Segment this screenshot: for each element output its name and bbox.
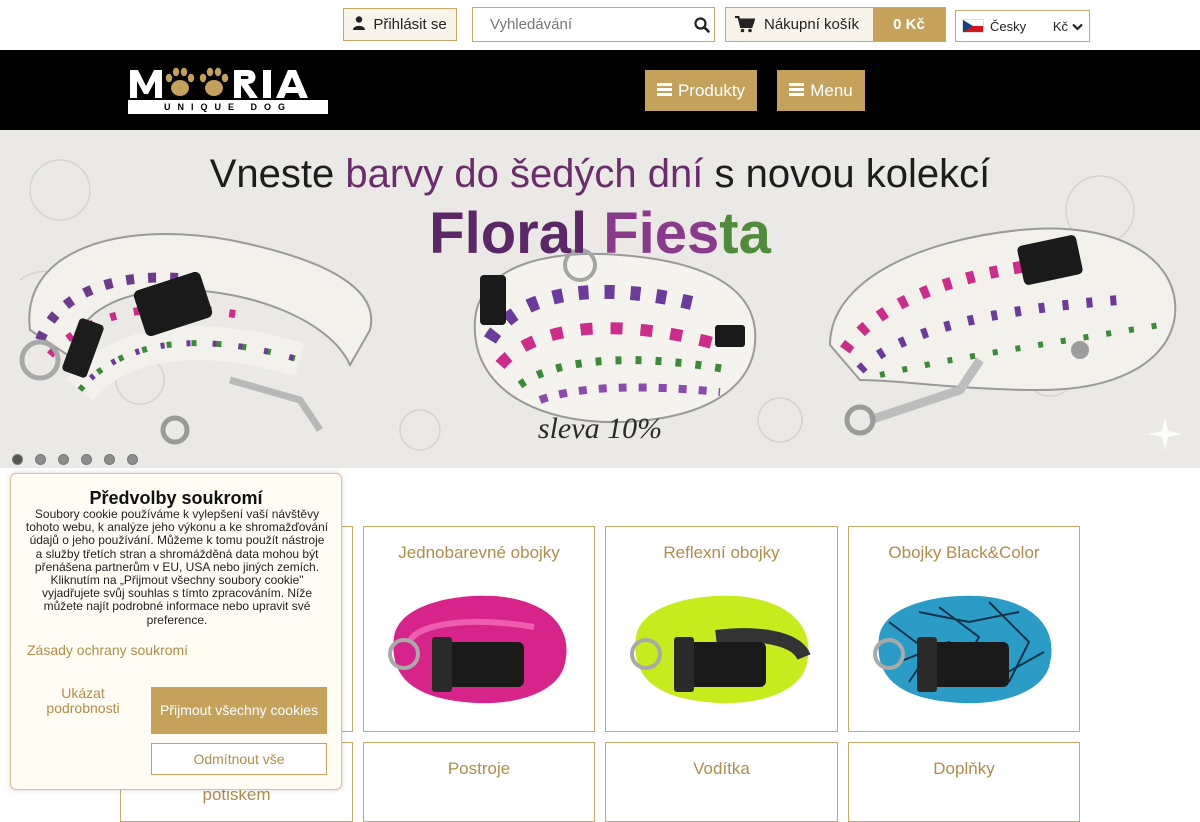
search-input[interactable] xyxy=(473,8,689,41)
category-card-harnesses[interactable]: Postroje xyxy=(363,742,595,822)
cart-label: Nákupní košík xyxy=(764,16,860,33)
banner-heading-part: Vneste xyxy=(209,152,346,196)
hero-banner[interactable]: Vneste barvy do šedých dní s novou kolek… xyxy=(0,130,1200,468)
hamburger-icon xyxy=(789,81,805,101)
show-details-button[interactable]: Ukázat podrobnosti xyxy=(27,686,139,716)
slider-dots xyxy=(12,454,138,465)
currency-label: Kč xyxy=(1052,18,1068,34)
banner-heading-part: s novou kolekcí xyxy=(703,152,991,196)
banner-title-part: ta xyxy=(719,201,771,266)
category-title: Reflexní obojky xyxy=(663,543,780,562)
banner-heading-highlight: barvy do šedých dní xyxy=(345,152,704,196)
top-bar: Přihlásit se Nákupní košík 0 Kč Česky Kč xyxy=(0,0,1200,50)
main-menu-button[interactable]: Menu xyxy=(777,70,865,111)
login-label: Přihlásit se xyxy=(373,16,447,33)
category-title: Doplňky xyxy=(933,759,995,778)
category-title: Vodítka xyxy=(693,759,750,778)
category-title: Jednobarevné obojky xyxy=(398,543,560,562)
category-title: Postroje xyxy=(447,759,511,778)
products-label: Produkty xyxy=(677,80,746,100)
cookie-dialog-title: Předvolby soukromí xyxy=(89,488,263,508)
accept-all-cookies-button[interactable]: Přijmout všechny cookies xyxy=(151,687,327,734)
chevron-down-icon xyxy=(1072,19,1083,34)
privacy-policy-link[interactable]: Zásady ochrany soukromí xyxy=(27,642,188,658)
logo-tagline: UNIQUE DOG STYLE xyxy=(128,100,328,126)
search-box xyxy=(472,7,715,42)
category-image xyxy=(388,595,567,704)
slider-dot[interactable] xyxy=(58,454,69,465)
slider-dot[interactable] xyxy=(35,454,46,465)
products-menu-button[interactable]: Produkty xyxy=(645,70,757,111)
menu-label: Menu xyxy=(810,80,853,100)
category-image xyxy=(873,595,1052,704)
category-title: Obojky Black&Color xyxy=(888,543,1040,562)
banner-sale-text: sleva 10% xyxy=(537,412,663,445)
user-icon xyxy=(353,15,366,34)
banner-title-part: Fies xyxy=(587,201,720,266)
category-card-solid-collars[interactable]: Jednobarevné obojky xyxy=(363,526,595,732)
slider-dot[interactable] xyxy=(12,454,23,465)
category-image xyxy=(630,595,811,704)
cart-button[interactable]: Nákupní košík 0 Kč xyxy=(725,7,946,42)
banner-title-part: Floral xyxy=(429,201,588,266)
slider-dot[interactable] xyxy=(127,454,138,465)
logo-wordmark xyxy=(128,66,328,100)
category-card-black-color-collars[interactable]: Obojky Black&Color xyxy=(848,526,1080,732)
language-label: Česky xyxy=(990,18,1027,34)
banner-title: Floral Fiesta xyxy=(0,200,1200,267)
logo[interactable]: UNIQUE DOG STYLE xyxy=(128,66,328,126)
cookie-consent-dialog: Předvolby soukromí Soubory cookie použív… xyxy=(10,473,342,790)
cookie-dialog-text: Soubory cookie používáme k vylepšení vaš… xyxy=(25,507,329,627)
category-card-reflective-collars[interactable]: Reflexní obojky xyxy=(605,526,838,732)
slider-dot[interactable] xyxy=(104,454,115,465)
search-icon[interactable] xyxy=(689,8,714,42)
sparkle-icon xyxy=(1148,417,1182,456)
hamburger-icon xyxy=(656,81,672,101)
slider-dot[interactable] xyxy=(81,454,92,465)
category-card-leashes[interactable]: Vodítka xyxy=(605,742,838,822)
cart-icon xyxy=(726,16,764,33)
main-header: UNIQUE DOG STYLE Produkty Menu xyxy=(0,50,1200,130)
cart-total: 0 Kč xyxy=(873,8,945,41)
banner-heading: Vneste barvy do šedých dní s novou kolek… xyxy=(0,152,1200,197)
category-card-accessories[interactable]: Doplňky xyxy=(848,742,1080,822)
login-button[interactable]: Přihlásit se xyxy=(343,8,457,41)
reject-all-button[interactable]: Odmítnout vše xyxy=(151,743,327,775)
czech-flag-icon xyxy=(962,19,984,33)
language-select[interactable]: Česky Kč xyxy=(955,10,1090,42)
